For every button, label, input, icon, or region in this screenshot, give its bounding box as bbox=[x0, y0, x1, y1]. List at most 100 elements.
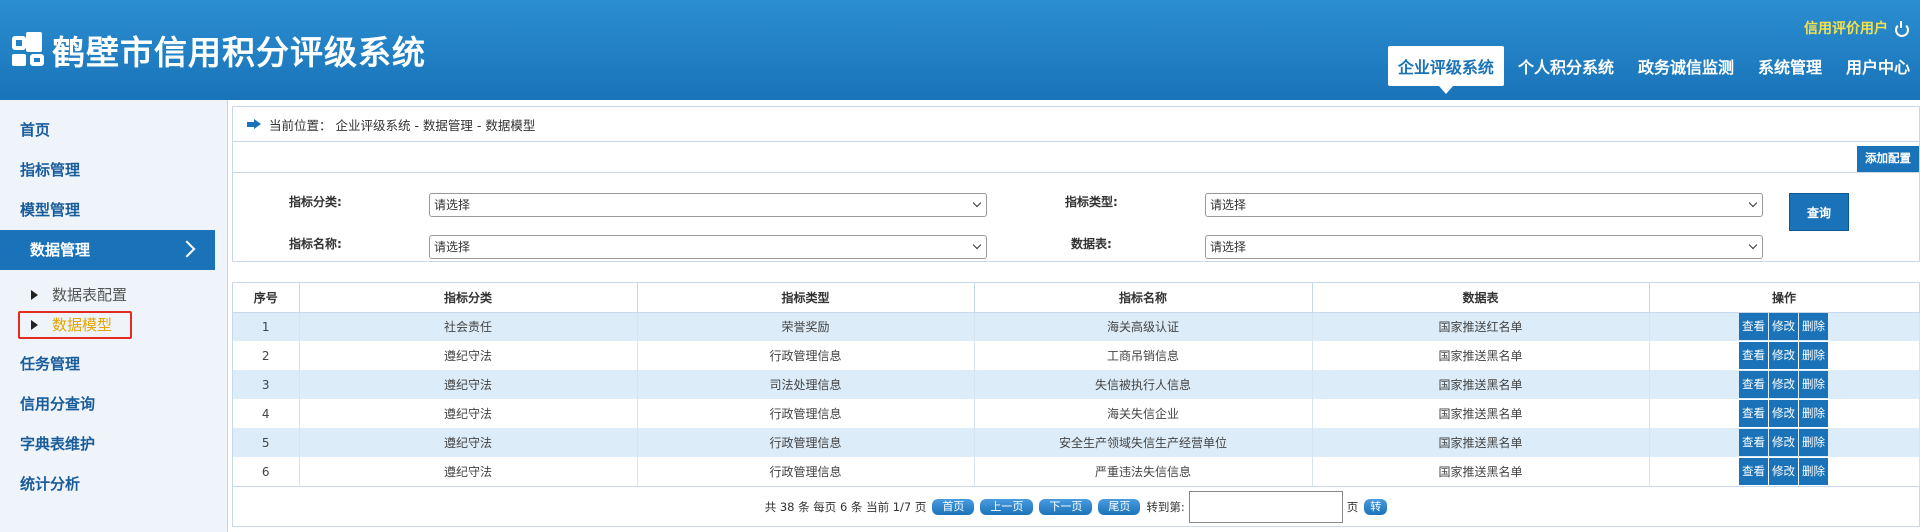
delete-button[interactable]: 删除 bbox=[1799, 371, 1828, 398]
table-select[interactable]: 请选择 bbox=[1205, 235, 1763, 259]
col-index: 序号 bbox=[233, 283, 300, 313]
category-label: 指标分类: bbox=[289, 195, 342, 209]
nav-personal-score[interactable]: 个人积分系统 bbox=[1508, 46, 1624, 86]
col-category: 指标分类 bbox=[299, 283, 638, 313]
last-page-button[interactable]: 尾页 bbox=[1098, 498, 1141, 515]
sidebar-item-indicator-management[interactable]: 指标管理 bbox=[0, 150, 227, 190]
power-icon[interactable] bbox=[1894, 21, 1909, 37]
nav-government-integrity[interactable]: 政务诚信监测 bbox=[1628, 46, 1744, 86]
page-unit-label: 页 bbox=[1346, 499, 1359, 514]
next-page-button[interactable]: 下一页 bbox=[1039, 498, 1093, 515]
type-select[interactable]: 请选择 bbox=[1205, 193, 1763, 217]
pagination-summary: 共 38 条 每页 6 条 当前 1/7 页 bbox=[764, 499, 927, 514]
col-table: 数据表 bbox=[1312, 283, 1650, 313]
sidebar-subitem-table-config[interactable]: 数据表配置 bbox=[0, 280, 227, 310]
view-button[interactable]: 查看 bbox=[1739, 429, 1768, 456]
first-page-button[interactable]: 首页 bbox=[932, 498, 975, 515]
table-row: 2 遵纪守法 行政管理信息 工商吊销信息 国家推送黑名单 查看 修改 删除 bbox=[233, 341, 1920, 370]
name-select-value: 请选择 bbox=[434, 240, 471, 254]
delete-button[interactable]: 删除 bbox=[1799, 400, 1828, 427]
query-button[interactable]: 查询 bbox=[1789, 193, 1849, 231]
delete-button[interactable]: 删除 bbox=[1799, 342, 1828, 369]
top-nav: 企业评级系统 个人积分系统 政务诚信监测 系统管理 用户中心 bbox=[1384, 46, 1920, 94]
table-row: 4 遵纪守法 行政管理信息 海关失信企业 国家推送黑名单 查看 修改 删除 bbox=[233, 399, 1920, 428]
cell-category: 遵纪守法 bbox=[299, 399, 638, 428]
user-menu[interactable]: 信用评价用户 bbox=[1804, 18, 1909, 38]
goto-page-input[interactable] bbox=[1188, 490, 1343, 523]
delete-button[interactable]: 删除 bbox=[1799, 313, 1828, 341]
cell-name: 工商吊销信息 bbox=[974, 341, 1313, 370]
sidebar-item-credit-query[interactable]: 信用分查询 bbox=[0, 384, 227, 424]
cell-category: 社会责任 bbox=[299, 312, 638, 341]
cell-category: 遵纪守法 bbox=[299, 428, 638, 457]
cell-table: 国家推送黑名单 bbox=[1312, 399, 1650, 428]
sidebar-item-label: 数据管理 bbox=[30, 241, 91, 259]
goto-label: 转到第: bbox=[1146, 499, 1185, 514]
name-select[interactable]: 请选择 bbox=[429, 235, 987, 259]
table-label: 数据表: bbox=[1071, 237, 1112, 251]
cell-name: 海关高级认证 bbox=[974, 312, 1313, 341]
nav-user-center[interactable]: 用户中心 bbox=[1836, 46, 1920, 86]
sidebar-item-data-management[interactable]: 数据管理 bbox=[0, 230, 215, 270]
cell-type: 司法处理信息 bbox=[637, 370, 975, 399]
category-select[interactable]: 请选择 bbox=[429, 193, 987, 217]
table-row: 1 社会责任 荣誉奖励 海关高级认证 国家推送红名单 查看 修改 删除 bbox=[233, 312, 1920, 341]
nav-system-management[interactable]: 系统管理 bbox=[1748, 46, 1832, 86]
nav-enterprise-rating[interactable]: 企业评级系统 bbox=[1387, 46, 1504, 94]
view-button[interactable]: 查看 bbox=[1739, 342, 1768, 369]
sidebar: 首页 指标管理 模型管理 数据管理 数据表配置 数据模型 任务管理 信用分查询 … bbox=[0, 100, 228, 532]
edit-button[interactable]: 修改 bbox=[1769, 400, 1798, 427]
app-logo: 鹤壁市信用积分评级系统 bbox=[12, 26, 426, 74]
category-select-value: 请选择 bbox=[434, 198, 471, 212]
toolbar: 添加配置 bbox=[232, 142, 1920, 172]
table-row: 3 遵纪守法 司法处理信息 失信被执行人信息 国家推送黑名单 查看 修改 删除 bbox=[233, 370, 1920, 399]
view-button[interactable]: 查看 bbox=[1739, 458, 1768, 485]
cell-type: 行政管理信息 bbox=[637, 428, 975, 457]
chevron-right-icon bbox=[178, 240, 196, 258]
add-config-button[interactable]: 添加配置 bbox=[1857, 146, 1919, 172]
cell-table: 国家推送黑名单 bbox=[1312, 457, 1650, 486]
table-row: 5 遵纪守法 行政管理信息 安全生产领域失信生产经营单位 国家推送黑名单 查看修… bbox=[233, 428, 1920, 457]
name-label: 指标名称: bbox=[289, 237, 342, 251]
app-header: 鹤壁市信用积分评级系统 信用评价用户 企业评级系统 个人积分系统 政务诚信监测 … bbox=[0, 0, 1920, 100]
cell-type: 行政管理信息 bbox=[637, 341, 975, 370]
sidebar-subitem-data-model[interactable]: 数据模型 bbox=[0, 310, 227, 340]
breadcrumb-text: 当前位置： 企业评级系统 - 数据管理 - 数据模型 bbox=[269, 117, 536, 133]
sidebar-item-statistics[interactable]: 统计分析 bbox=[0, 464, 227, 504]
cell-category: 遵纪守法 bbox=[299, 457, 638, 486]
edit-button[interactable]: 修改 bbox=[1769, 429, 1798, 456]
chevron-down-icon bbox=[1748, 198, 1758, 208]
sidebar-item-model-management[interactable]: 模型管理 bbox=[0, 190, 227, 230]
goto-button[interactable]: 转 bbox=[1364, 498, 1388, 515]
view-button[interactable]: 查看 bbox=[1739, 371, 1768, 398]
chevron-down-icon bbox=[972, 198, 982, 208]
cell-name: 失信被执行人信息 bbox=[974, 370, 1313, 399]
cell-name: 严重违法失信信息 bbox=[974, 457, 1313, 486]
edit-button[interactable]: 修改 bbox=[1769, 313, 1798, 341]
chevron-down-icon bbox=[972, 240, 982, 250]
cell-table: 国家推送黑名单 bbox=[1312, 341, 1650, 370]
sidebar-item-dictionary[interactable]: 字典表维护 bbox=[0, 424, 227, 464]
cell-table: 国家推送黑名单 bbox=[1312, 370, 1650, 399]
table-select-value: 请选择 bbox=[1210, 240, 1247, 254]
view-button[interactable]: 查看 bbox=[1739, 313, 1768, 341]
prev-page-button[interactable]: 上一页 bbox=[980, 498, 1034, 515]
breadcrumb: 当前位置： 企业评级系统 - 数据管理 - 数据模型 bbox=[232, 106, 1920, 142]
edit-button[interactable]: 修改 bbox=[1769, 371, 1798, 398]
sidebar-submenu: 数据表配置 数据模型 bbox=[0, 270, 227, 344]
main-content: 当前位置： 企业评级系统 - 数据管理 - 数据模型 添加配置 指标分类: 请选… bbox=[232, 106, 1920, 262]
edit-button[interactable]: 修改 bbox=[1769, 342, 1798, 369]
data-table: 序号 指标分类 指标类型 指标名称 数据表 操作 1 社会责任 荣誉奖励 海关高… bbox=[232, 282, 1920, 527]
cell-actions: 查看 修改 删除 bbox=[1649, 341, 1920, 370]
sidebar-item-home[interactable]: 首页 bbox=[0, 110, 227, 150]
view-button[interactable]: 查看 bbox=[1739, 400, 1768, 427]
delete-button[interactable]: 删除 bbox=[1799, 429, 1828, 456]
edit-button[interactable]: 修改 bbox=[1769, 458, 1798, 485]
delete-button[interactable]: 删除 bbox=[1799, 458, 1828, 485]
table-row: 6 遵纪守法 行政管理信息 严重违法失信信息 国家推送黑名单 查看 修改 删除 bbox=[233, 457, 1920, 486]
filter-panel: 指标分类: 请选择 指标类型: 请选择 指标名称: 请选择 数据表: 请选择 查… bbox=[232, 172, 1920, 262]
col-type: 指标类型 bbox=[637, 283, 975, 313]
user-name[interactable]: 信用评价用户 bbox=[1804, 18, 1888, 38]
sidebar-item-task-management[interactable]: 任务管理 bbox=[0, 344, 227, 384]
cell-index: 4 bbox=[233, 399, 300, 428]
